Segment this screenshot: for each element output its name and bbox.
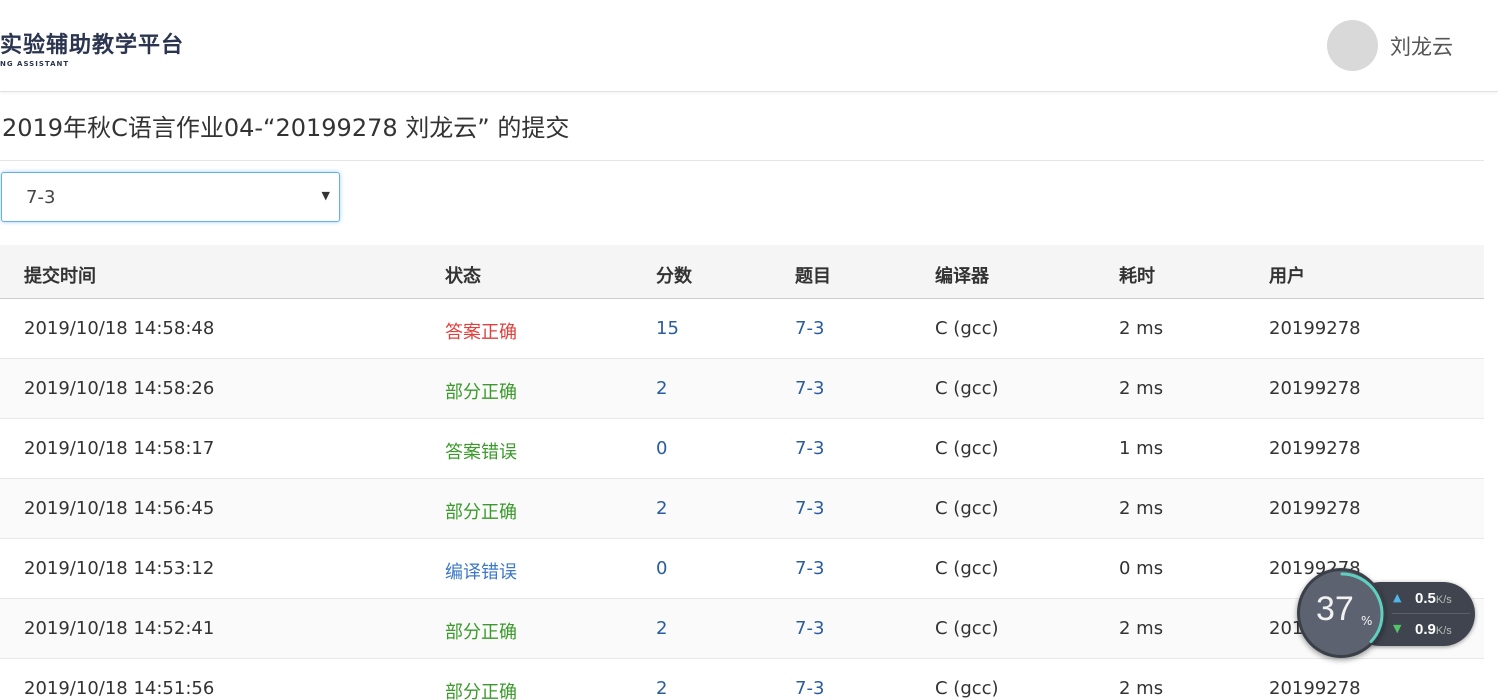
cell-submit-time: 2019/10/18 14:56:45 xyxy=(24,498,215,519)
table-row: 2019/10/18 14:53:12 编译错误 0 7-3 C (gcc) 0 ms 20… xyxy=(0,539,1484,599)
cell-compiler: C (gcc) xyxy=(935,318,999,339)
cell-status[interactable]: 部分正确 xyxy=(445,618,517,644)
cell-submit-time: 2019/10/18 14:53:12 xyxy=(24,558,215,579)
download-speed-value: 0.9 xyxy=(1415,621,1436,638)
title-divider xyxy=(0,160,1484,161)
cell-user: 20199278 xyxy=(1269,678,1361,699)
table-row: 2019/10/18 14:58:48 答案正确 15 7-3 C (gcc) 2 ms 2… xyxy=(0,299,1484,359)
cell-compiler: C (gcc) xyxy=(935,498,999,519)
logo-subtitle: NG ASSISTANT xyxy=(0,60,70,68)
header-problem: 题目 xyxy=(795,266,831,287)
cell-duration: 2 ms xyxy=(1119,678,1164,699)
cell-problem[interactable]: 7-3 xyxy=(795,618,824,639)
cell-duration: 2 ms xyxy=(1119,618,1164,639)
cell-duration: 1 ms xyxy=(1119,438,1164,459)
cell-score[interactable]: 15 xyxy=(656,318,679,339)
cell-problem[interactable]: 7-3 xyxy=(795,498,824,519)
header-user: 用户 xyxy=(1269,266,1305,287)
usage-percent-sign: % xyxy=(1361,614,1373,628)
network-speed-widget[interactable]: 37 % ▲ 0.5K/s ▼ 0.9K/s xyxy=(1297,568,1477,658)
cell-compiler: C (gcc) xyxy=(935,618,999,639)
chevron-down-icon: ▼ xyxy=(321,189,330,202)
download-speed: 0.9K/s xyxy=(1415,621,1452,638)
cell-compiler: C (gcc) xyxy=(935,438,999,459)
table-row: 2019/10/18 14:58:17 答案错误 0 7-3 C (gcc) 1 ms 20… xyxy=(0,419,1484,479)
cell-user: 20199278 xyxy=(1269,378,1361,399)
header-score: 分数 xyxy=(656,266,692,287)
cell-duration: 2 ms xyxy=(1119,318,1164,339)
upload-speed-value: 0.5 xyxy=(1415,590,1436,607)
cell-score[interactable]: 0 xyxy=(656,558,667,579)
header-duration: 耗时 xyxy=(1119,266,1155,287)
user-name[interactable]: 刘龙云 xyxy=(1390,31,1453,61)
cell-duration: 2 ms xyxy=(1119,378,1164,399)
cell-problem[interactable]: 7-3 xyxy=(795,678,824,699)
cell-score[interactable]: 2 xyxy=(656,498,667,519)
cell-status[interactable]: 部分正确 xyxy=(445,498,517,524)
problem-select[interactable]: 7-3 ▼ xyxy=(1,172,340,222)
header-status: 状态 xyxy=(445,266,481,287)
download-arrow-icon: ▼ xyxy=(1393,622,1402,635)
cell-submit-time: 2019/10/18 14:51:56 xyxy=(24,678,215,699)
upload-speed: 0.5K/s xyxy=(1415,590,1452,607)
cell-score[interactable]: 2 xyxy=(656,378,667,399)
cell-status[interactable]: 答案正确 xyxy=(445,318,517,344)
logo-title: 实验辅助教学平台 xyxy=(0,33,185,58)
cell-submit-time: 2019/10/18 14:58:48 xyxy=(24,318,215,339)
cell-problem[interactable]: 7-3 xyxy=(795,438,824,459)
cell-status[interactable]: 编译错误 xyxy=(445,558,517,584)
cell-compiler: C (gcc) xyxy=(935,678,999,699)
table-row: 2019/10/18 14:56:45 部分正确 2 7-3 C (gcc) 2 ms 20… xyxy=(0,479,1484,539)
table-row: 2019/10/18 14:52:41部分正确27-3C (gcc)2 ms20… xyxy=(0,599,1484,659)
table-row: 2019/10/18 14:58:26 部分正确 2 7-3 C (gcc) 2 ms 20… xyxy=(0,359,1484,419)
cell-user: 20199278 xyxy=(1269,318,1361,339)
divider xyxy=(1392,613,1470,614)
cell-status[interactable]: 答案错误 xyxy=(445,438,517,464)
cell-compiler: C (gcc) xyxy=(935,558,999,579)
submissions-table: 提交时间 状态 分数 题目 编译器 耗时 用户 2019/10/18 14:58… xyxy=(0,245,1484,700)
cell-status[interactable]: 部分正确 xyxy=(445,378,517,404)
top-navbar: 实验辅助教学平台 NG ASSISTANT 刘龙云 xyxy=(0,0,1498,92)
cell-problem[interactable]: 7-3 xyxy=(795,318,824,339)
cell-duration: 0 ms xyxy=(1119,558,1164,579)
table-body: 2019/10/18 14:58:48 答案正确 15 7-3 C (gcc) 2 ms 2… xyxy=(0,299,1484,700)
cell-score[interactable]: 0 xyxy=(656,438,667,459)
upload-arrow-icon: ▲ xyxy=(1393,591,1402,604)
cell-score[interactable]: 2 xyxy=(656,618,667,639)
page-title: 2019年秋C语言作业04-“20199278 刘龙云” 的提交 xyxy=(2,114,570,142)
cell-problem[interactable]: 7-3 xyxy=(795,378,824,399)
user-menu[interactable]: 刘龙云 xyxy=(1327,20,1453,71)
cell-status[interactable]: 部分正确 xyxy=(445,678,517,700)
avatar[interactable] xyxy=(1327,20,1378,71)
problem-select-value: 7-3 xyxy=(26,187,56,208)
cell-user: 20199278 xyxy=(1269,498,1361,519)
cell-user: 20199278 xyxy=(1269,438,1361,459)
cell-submit-time: 2019/10/18 14:58:26 xyxy=(24,378,215,399)
table-header: 提交时间 状态 分数 题目 编译器 耗时 用户 xyxy=(0,245,1484,299)
cell-submit-time: 2019/10/18 14:58:17 xyxy=(24,438,215,459)
upload-speed-unit: K/s xyxy=(1435,594,1452,606)
cell-problem[interactable]: 7-3 xyxy=(795,558,824,579)
cell-compiler: C (gcc) xyxy=(935,378,999,399)
download-speed-unit: K/s xyxy=(1435,625,1452,637)
header-submit-time: 提交时间 xyxy=(24,266,96,287)
table-row: 2019/10/18 14:51:56 部分正确 2 7-3 C (gcc) 2 ms 20… xyxy=(0,659,1484,700)
cell-duration: 2 ms xyxy=(1119,498,1164,519)
usage-percent: 37 xyxy=(1316,590,1354,628)
header-compiler: 编译器 xyxy=(935,266,989,287)
cell-score[interactable]: 2 xyxy=(656,678,667,699)
platform-logo[interactable]: 实验辅助教学平台 NG ASSISTANT xyxy=(0,27,184,68)
cell-submit-time: 2019/10/18 14:52:41 xyxy=(24,618,215,639)
